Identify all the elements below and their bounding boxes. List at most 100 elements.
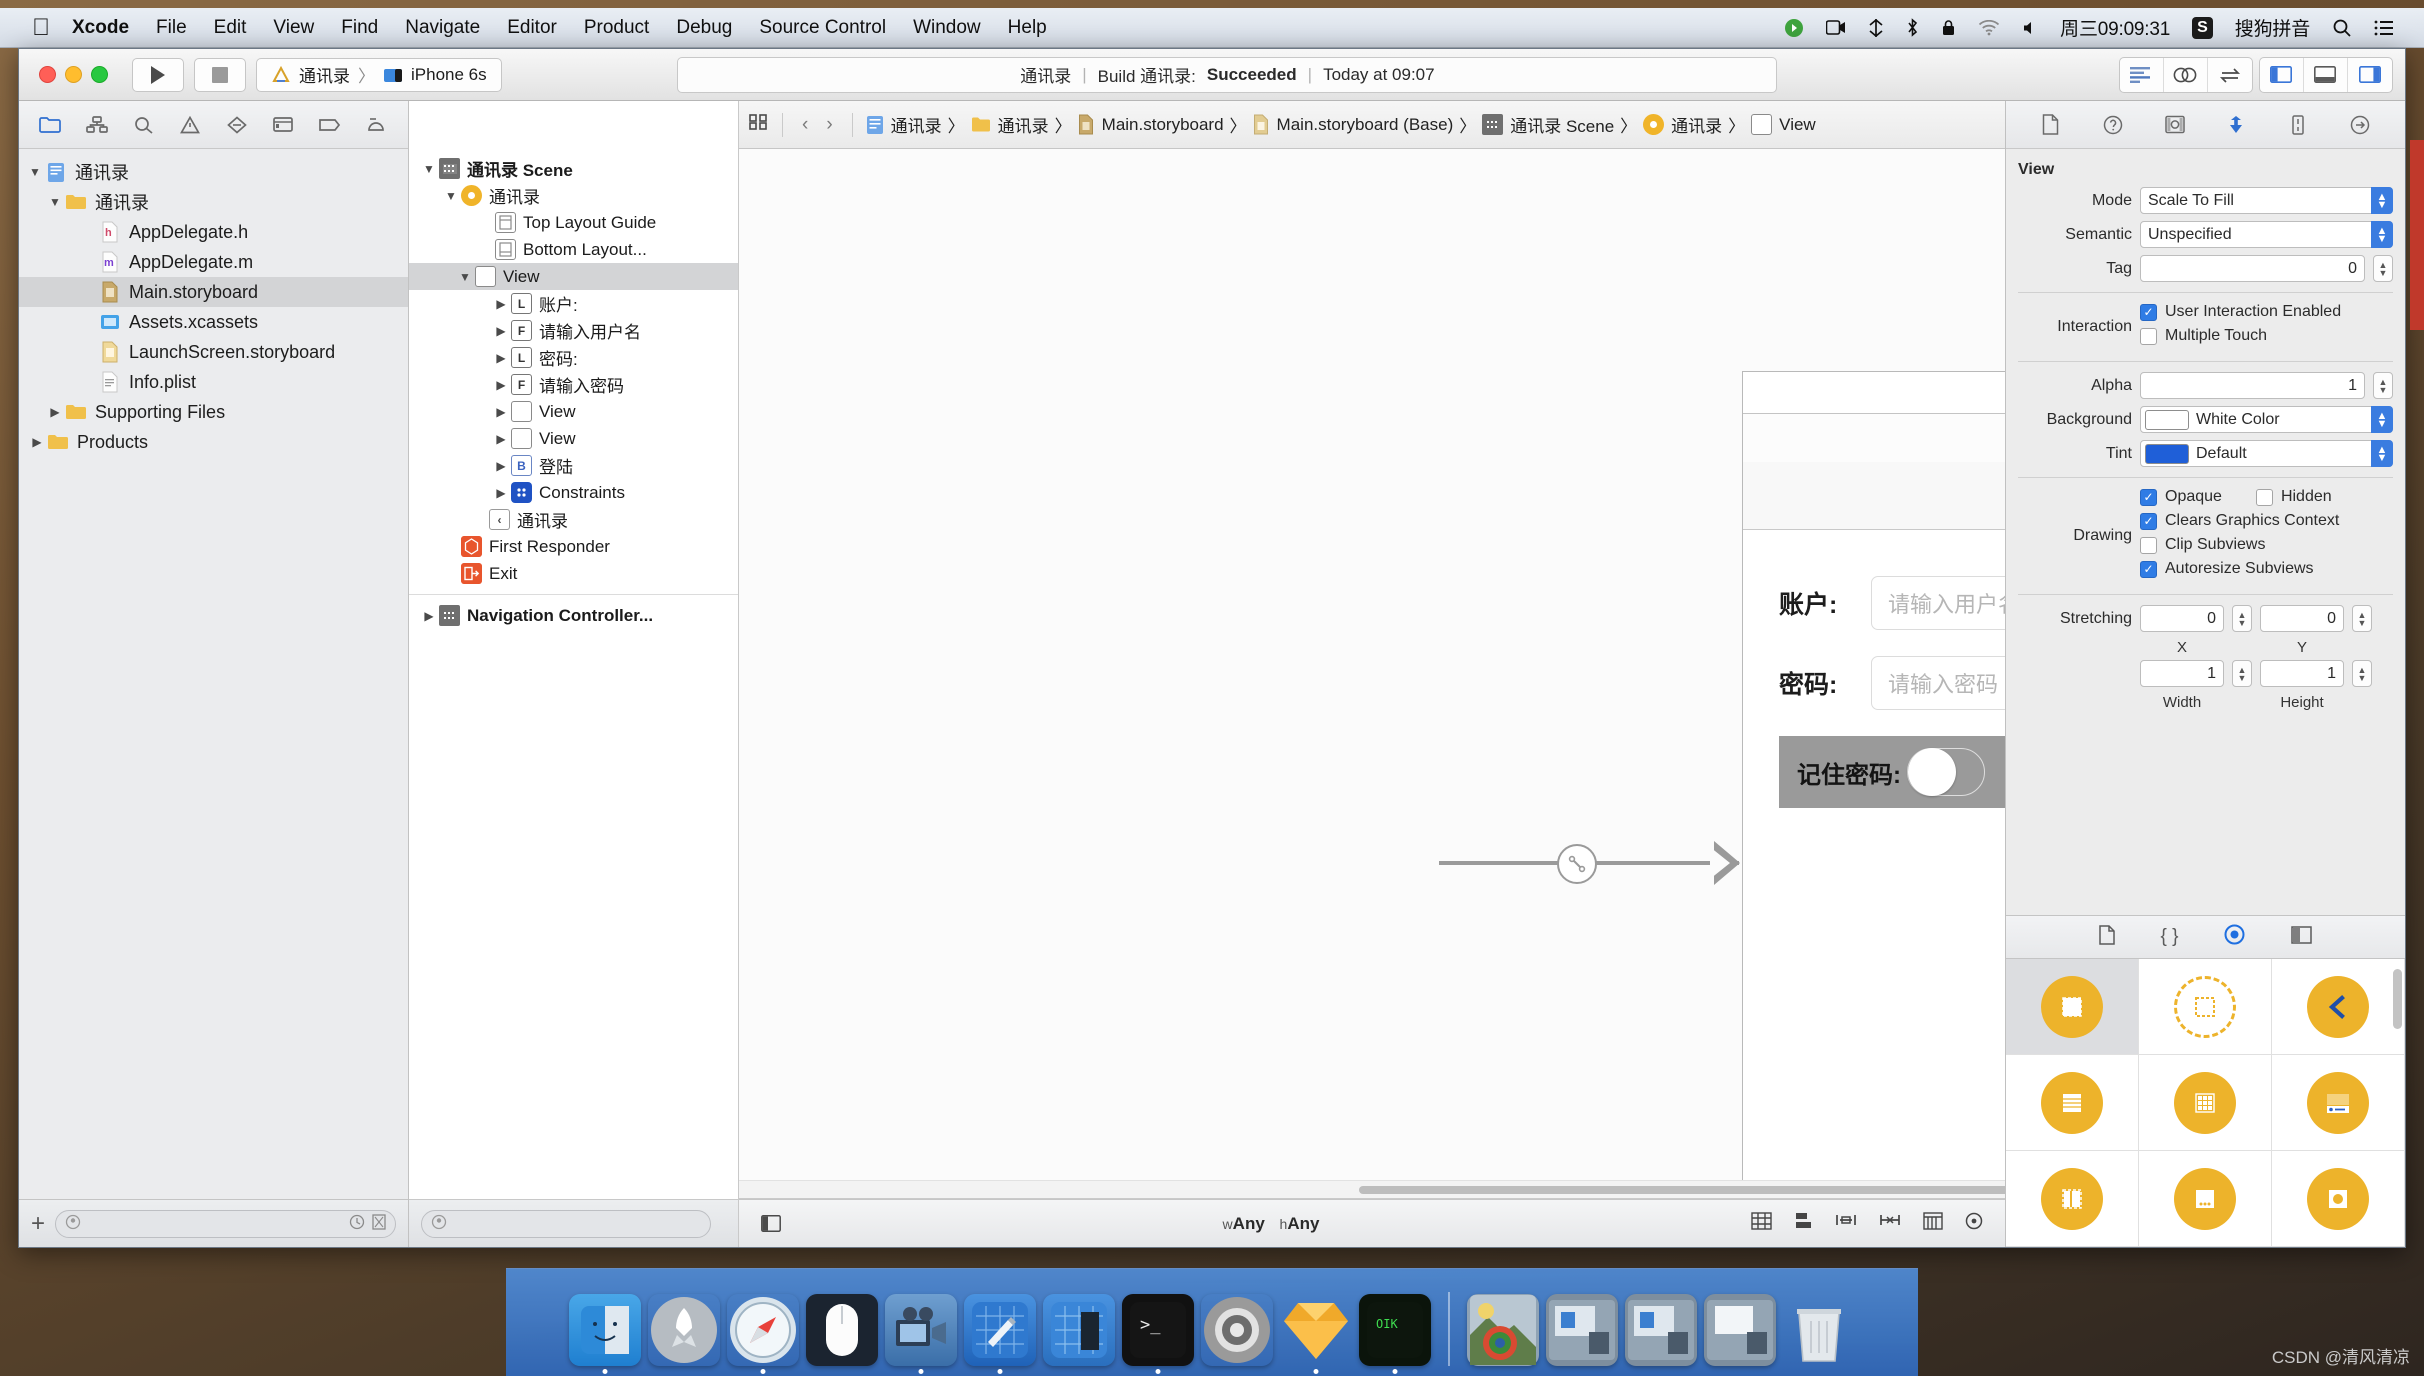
- wifi-icon[interactable]: [1978, 19, 2000, 36]
- menu-xcode[interactable]: Xcode: [72, 17, 129, 39]
- library-item-collection-view[interactable]: [2139, 1055, 2272, 1151]
- outline-row-navigation-controller-scene[interactable]: ▶ Navigation Controller...: [409, 602, 738, 629]
- view-controller-canvas[interactable]: 通讯录 账户: 请输入用户名 密码:: [1742, 371, 2005, 1198]
- library-item-table-view-cell[interactable]: [2272, 1055, 2405, 1151]
- disclosure-triangle[interactable]: ▶: [491, 297, 511, 311]
- volume-icon[interactable]: [2022, 20, 2038, 36]
- input-method-label[interactable]: 搜狗拼音: [2235, 14, 2310, 41]
- segue-icon[interactable]: [1557, 844, 1597, 884]
- library-item-navigation-back[interactable]: [2272, 959, 2405, 1055]
- menu-window[interactable]: Window: [913, 17, 981, 39]
- quicktime-icon[interactable]: [885, 1294, 957, 1374]
- library-item-view-controller[interactable]: [2139, 959, 2272, 1055]
- stretching-width-stepper[interactable]: ▲ ▼: [2232, 660, 2252, 687]
- background-color-swatch[interactable]: [2145, 409, 2189, 430]
- size-inspector-icon[interactable]: [2283, 110, 2313, 140]
- outline-filter-field[interactable]: [421, 1209, 711, 1238]
- outline-row-back-item[interactable]: ‹ 通讯录: [409, 506, 738, 533]
- related-items-icon[interactable]: [749, 113, 769, 136]
- search-icon[interactable]: [2332, 18, 2352, 38]
- outline-row-top-layout-guide[interactable]: Top Layout Guide: [409, 209, 738, 236]
- multiple-touch-checkbox[interactable]: [2140, 327, 2157, 345]
- attributes-inspector-icon[interactable]: [2221, 110, 2251, 140]
- object-library-grid[interactable]: [2006, 959, 2405, 1247]
- build-status-bar[interactable]: 通讯录 | Build 通讯录: Succeeded | Today at 09…: [677, 56, 1778, 93]
- hidden-checkbox[interactable]: [2255, 488, 2273, 506]
- object-library-icon[interactable]: [2224, 924, 2245, 950]
- breadcrumb-scene[interactable]: 通讯录 Scene: [1482, 112, 1614, 137]
- clears-graphics-context-checkbox[interactable]: ✓: [2140, 512, 2157, 530]
- alpha-stepper[interactable]: ▲ ▼: [2373, 372, 2393, 399]
- stretching-height-input[interactable]: 1: [2260, 660, 2344, 687]
- user-interaction-line[interactable]: ✓ User Interaction Enabled: [2140, 303, 2393, 321]
- system-preferences-icon[interactable]: [1201, 1294, 1273, 1366]
- disclosure-triangle[interactable]: ▶: [491, 405, 511, 419]
- outline-row-label-account[interactable]: ▶ L 账户:: [409, 290, 738, 317]
- assistant-editor-icon[interactable]: [2164, 57, 2208, 92]
- library-item-table-view[interactable]: [2006, 1055, 2139, 1151]
- launchpad-icon[interactable]: [648, 1294, 720, 1366]
- outline-row-bottom-layout-guide[interactable]: Bottom Layout...: [409, 236, 738, 263]
- user-interaction-checkbox[interactable]: ✓: [2140, 303, 2157, 321]
- disclosure-triangle[interactable]: ▼: [455, 270, 475, 284]
- code-snippet-library-icon[interactable]: { }: [2161, 926, 2179, 948]
- library-item-image-view[interactable]: [2272, 1151, 2405, 1247]
- background-color-select[interactable]: White Color ▲ ▼: [2140, 406, 2393, 433]
- disclosure-triangle[interactable]: ▶: [45, 405, 65, 419]
- outline-row-exit[interactable]: Exit: [409, 560, 738, 587]
- breadcrumb-file[interactable]: Main.storyboard: [1078, 114, 1224, 135]
- file-row-group[interactable]: ▼ 通讯录: [19, 187, 408, 217]
- disclosure-triangle[interactable]: ▼: [45, 195, 65, 209]
- library-item-view[interactable]: [2006, 959, 2139, 1055]
- disclosure-triangle[interactable]: ▶: [491, 486, 511, 500]
- library-scrollbar[interactable]: [2393, 969, 2402, 1029]
- run-button[interactable]: [132, 57, 184, 92]
- trash-icon[interactable]: [1783, 1294, 1855, 1366]
- stretching-height-stepper[interactable]: ▲ ▼: [2352, 660, 2372, 687]
- file-row-products[interactable]: ▶ Products: [19, 427, 408, 457]
- outline-row-subview-2[interactable]: ▶ View: [409, 425, 738, 452]
- breakpoint-navigator-icon[interactable]: [313, 110, 347, 140]
- input-method-badge[interactable]: S: [2192, 16, 2213, 39]
- disclosure-triangle[interactable]: ▶: [491, 378, 511, 392]
- disclosure-triangle[interactable]: ▶: [491, 432, 511, 446]
- disclosure-triangle[interactable]: ▶: [419, 609, 439, 623]
- window-controls[interactable]: [31, 66, 122, 83]
- alpha-input[interactable]: 1: [2140, 372, 2365, 399]
- screenshot-3-icon[interactable]: [1704, 1294, 1776, 1366]
- code-editor-icon[interactable]: OIK: [1359, 1294, 1431, 1374]
- airplay-icon[interactable]: [1868, 18, 1884, 37]
- source-control-navigator-icon[interactable]: [80, 110, 114, 140]
- pin-icon[interactable]: [1835, 1212, 1857, 1235]
- debug-navigator-icon[interactable]: [266, 110, 300, 140]
- screen-record-icon[interactable]: [1826, 19, 1846, 36]
- scheme-selector[interactable]: 通讯录 〉 iPhone 6s: [256, 57, 502, 92]
- menu-find[interactable]: Find: [341, 17, 378, 39]
- disclosure-triangle[interactable]: ▶: [491, 324, 511, 338]
- file-template-library-icon[interactable]: [2098, 924, 2115, 950]
- disclosure-triangle[interactable]: ▼: [419, 162, 439, 176]
- screenshot-1-icon[interactable]: [1546, 1294, 1618, 1366]
- toggle-utilities-icon[interactable]: [2348, 58, 2392, 92]
- terminal-icon[interactable]: >_: [1122, 1294, 1194, 1374]
- toggle-navigator-icon[interactable]: [2260, 57, 2304, 92]
- recent-files-filter-icon[interactable]: [349, 1214, 365, 1233]
- resolve-issues-icon[interactable]: [1879, 1212, 1901, 1235]
- library-item-page-control[interactable]: [2139, 1151, 2272, 1247]
- file-row-supporting-files[interactable]: ▶ Supporting Files: [19, 397, 408, 427]
- embed-icon[interactable]: [1923, 1212, 1943, 1235]
- dropbox-icon[interactable]: [1784, 18, 1804, 38]
- menu-file[interactable]: File: [156, 17, 187, 39]
- outline-row-first-responder[interactable]: First Responder: [409, 533, 738, 560]
- autoresize-subviews-checkbox[interactable]: ✓: [2140, 560, 2157, 578]
- standard-editor-icon[interactable]: [2120, 57, 2164, 92]
- tag-input[interactable]: 0: [2140, 255, 2365, 282]
- tint-color-select[interactable]: Default ▲ ▼: [2140, 440, 2393, 467]
- username-input[interactable]: 请输入用户名: [1871, 576, 2005, 630]
- semantic-select[interactable]: Unspecified ▲ ▼: [2140, 221, 2393, 248]
- file-row-info-plist[interactable]: Info.plist: [19, 367, 408, 397]
- tag-stepper[interactable]: ▲ ▼: [2373, 255, 2393, 282]
- breadcrumb-view[interactable]: View: [1751, 114, 1816, 135]
- photo-preview-icon[interactable]: [1467, 1294, 1539, 1366]
- outline-row-button-login[interactable]: ▶ B 登陆: [409, 452, 738, 479]
